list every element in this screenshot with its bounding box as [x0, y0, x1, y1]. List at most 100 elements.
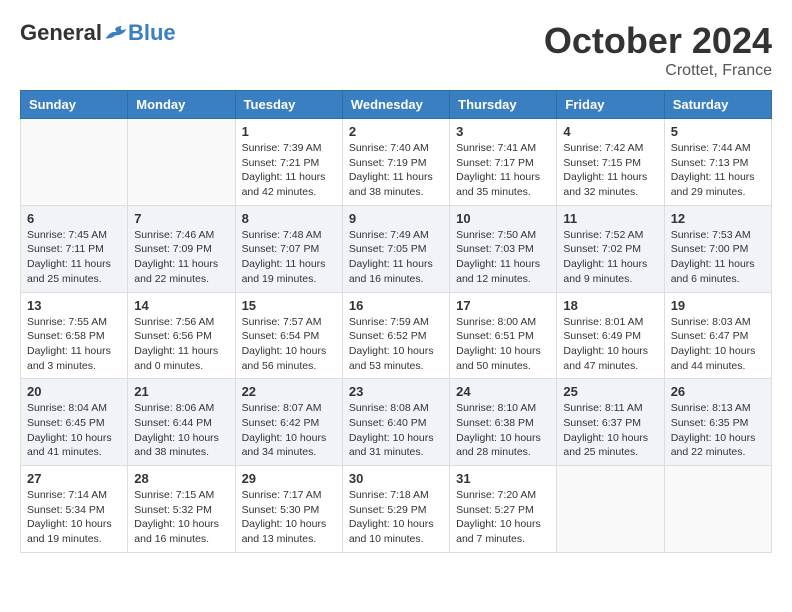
day-info: Sunrise: 7:48 AMSunset: 7:07 PMDaylight:… — [242, 228, 336, 287]
day-info: Sunrise: 7:42 AMSunset: 7:15 PMDaylight:… — [563, 141, 657, 200]
calendar-day-cell — [664, 466, 771, 553]
day-number: 20 — [27, 384, 121, 399]
calendar-day-cell: 3 Sunrise: 7:41 AMSunset: 7:17 PMDaylight… — [450, 119, 557, 206]
day-number: 26 — [671, 384, 765, 399]
day-number: 22 — [242, 384, 336, 399]
page-header: General Blue October 2024 Crottet, Franc… — [20, 20, 772, 80]
day-number: 29 — [242, 471, 336, 486]
calendar-day-cell: 10Sunrise: 7:50 AMSunset: 7:03 PMDayligh… — [450, 205, 557, 292]
calendar-day-cell: 13Sunrise: 7:55 AMSunset: 6:58 PMDayligh… — [21, 292, 128, 379]
day-number: 9 — [349, 211, 443, 226]
calendar-day-cell: 20 Sunrise: 8:04 AMSunset: 6:45 PMDayligh… — [21, 379, 128, 466]
calendar-day-cell: 16 Sunrise: 7:59 AMSunset: 6:52 PMDayligh… — [342, 292, 449, 379]
day-info: Sunrise: 7:45 AMSunset: 7:11 PMDaylight:… — [27, 228, 121, 287]
weekday-header: Wednesday — [342, 91, 449, 119]
day-info: Sunrise: 7:41 AMSunset: 7:17 PMDaylight:… — [456, 141, 550, 200]
day-info: Sunrise: 7:17 AMSunset: 5:30 PMDaylight:… — [242, 488, 336, 547]
calendar-day-cell: 12 Sunrise: 7:53 AMSunset: 7:00 PMDayligh… — [664, 205, 771, 292]
calendar-day-cell: 29 Sunrise: 7:17 AMSunset: 5:30 PMDayligh… — [235, 466, 342, 553]
day-info: Sunrise: 7:53 AMSunset: 7:00 PMDaylight:… — [671, 228, 765, 287]
day-number: 4 — [563, 124, 657, 139]
day-number: 8 — [242, 211, 336, 226]
weekday-header: Friday — [557, 91, 664, 119]
calendar-table: SundayMondayTuesdayWednesdayThursdayFrid… — [20, 90, 772, 553]
calendar-day-cell: 15 Sunrise: 7:57 AMSunset: 6:54 PMDayligh… — [235, 292, 342, 379]
calendar-day-cell: 6 Sunrise: 7:45 AMSunset: 7:11 PMDaylight… — [21, 205, 128, 292]
day-number: 14 — [134, 298, 228, 313]
calendar-week-row: 1Sunrise: 7:39 AMSunset: 7:21 PMDaylight… — [21, 119, 772, 206]
day-info: Sunrise: 7:18 AMSunset: 5:29 PMDaylight:… — [349, 488, 443, 547]
day-number: 6 — [27, 211, 121, 226]
calendar-week-row: 20 Sunrise: 8:04 AMSunset: 6:45 PMDayligh… — [21, 379, 772, 466]
day-info: Sunrise: 8:10 AMSunset: 6:38 PMDaylight:… — [456, 401, 550, 460]
day-number: 28 — [134, 471, 228, 486]
calendar-day-cell — [557, 466, 664, 553]
calendar-day-cell: 1Sunrise: 7:39 AMSunset: 7:21 PMDaylight… — [235, 119, 342, 206]
calendar-day-cell — [21, 119, 128, 206]
day-info: Sunrise: 8:07 AMSunset: 6:42 PMDaylight:… — [242, 401, 336, 460]
calendar-day-cell: 4 Sunrise: 7:42 AMSunset: 7:15 PMDaylight… — [557, 119, 664, 206]
calendar-week-row: 6 Sunrise: 7:45 AMSunset: 7:11 PMDaylight… — [21, 205, 772, 292]
day-info: Sunrise: 7:57 AMSunset: 6:54 PMDaylight:… — [242, 315, 336, 374]
calendar-day-cell: 21 Sunrise: 8:06 AMSunset: 6:44 PMDayligh… — [128, 379, 235, 466]
calendar-day-cell: 23Sunrise: 8:08 AMSunset: 6:40 PMDayligh… — [342, 379, 449, 466]
calendar-week-row: 27Sunrise: 7:14 AMSunset: 5:34 PMDayligh… — [21, 466, 772, 553]
day-number: 17 — [456, 298, 550, 313]
day-number: 13 — [27, 298, 121, 313]
logo: General Blue — [20, 20, 176, 46]
day-info: Sunrise: 7:20 AMSunset: 5:27 PMDaylight:… — [456, 488, 550, 547]
day-info: Sunrise: 7:15 AMSunset: 5:32 PMDaylight:… — [134, 488, 228, 547]
day-number: 25 — [563, 384, 657, 399]
day-number: 16 — [349, 298, 443, 313]
calendar-day-cell: 28 Sunrise: 7:15 AMSunset: 5:32 PMDayligh… — [128, 466, 235, 553]
day-number: 3 — [456, 124, 550, 139]
weekday-header: Saturday — [664, 91, 771, 119]
day-info: Sunrise: 8:04 AMSunset: 6:45 PMDaylight:… — [27, 401, 121, 460]
month-title: October 2024 Crottet, France — [544, 20, 772, 80]
calendar-day-cell: 26 Sunrise: 8:13 AMSunset: 6:35 PMDayligh… — [664, 379, 771, 466]
weekday-header: Thursday — [450, 91, 557, 119]
day-info: Sunrise: 8:03 AMSunset: 6:47 PMDaylight:… — [671, 315, 765, 374]
calendar-day-cell: 2Sunrise: 7:40 AMSunset: 7:19 PMDaylight… — [342, 119, 449, 206]
calendar-day-cell: 25Sunrise: 8:11 AMSunset: 6:37 PMDayligh… — [557, 379, 664, 466]
day-number: 27 — [27, 471, 121, 486]
logo-blue-text: Blue — [128, 20, 176, 46]
day-number: 31 — [456, 471, 550, 486]
day-number: 21 — [134, 384, 228, 399]
logo-bird-icon — [104, 23, 128, 43]
day-number: 23 — [349, 384, 443, 399]
calendar-day-cell: 8 Sunrise: 7:48 AMSunset: 7:07 PMDaylight… — [235, 205, 342, 292]
day-info: Sunrise: 7:59 AMSunset: 6:52 PMDaylight:… — [349, 315, 443, 374]
day-info: Sunrise: 8:13 AMSunset: 6:35 PMDaylight:… — [671, 401, 765, 460]
logo-general-text: General — [20, 20, 102, 46]
day-number: 15 — [242, 298, 336, 313]
calendar-day-cell: 5Sunrise: 7:44 AMSunset: 7:13 PMDaylight… — [664, 119, 771, 206]
day-number: 12 — [671, 211, 765, 226]
day-number: 19 — [671, 298, 765, 313]
calendar-day-cell: 27Sunrise: 7:14 AMSunset: 5:34 PMDayligh… — [21, 466, 128, 553]
day-info: Sunrise: 8:06 AMSunset: 6:44 PMDaylight:… — [134, 401, 228, 460]
month-year: October 2024 — [544, 20, 772, 62]
day-info: Sunrise: 7:56 AMSunset: 6:56 PMDaylight:… — [134, 315, 228, 374]
calendar-day-cell: 9 Sunrise: 7:49 AMSunset: 7:05 PMDaylight… — [342, 205, 449, 292]
day-number: 2 — [349, 124, 443, 139]
day-info: Sunrise: 7:50 AMSunset: 7:03 PMDaylight:… — [456, 228, 550, 287]
day-number: 18 — [563, 298, 657, 313]
day-info: Sunrise: 7:52 AMSunset: 7:02 PMDaylight:… — [563, 228, 657, 287]
day-number: 5 — [671, 124, 765, 139]
day-info: Sunrise: 7:39 AMSunset: 7:21 PMDaylight:… — [242, 141, 336, 200]
day-number: 7 — [134, 211, 228, 226]
calendar-day-cell: 19 Sunrise: 8:03 AMSunset: 6:47 PMDayligh… — [664, 292, 771, 379]
calendar-day-cell: 14 Sunrise: 7:56 AMSunset: 6:56 PMDayligh… — [128, 292, 235, 379]
day-number: 11 — [563, 211, 657, 226]
day-info: Sunrise: 7:46 AMSunset: 7:09 PMDaylight:… — [134, 228, 228, 287]
calendar-day-cell: 18 Sunrise: 8:01 AMSunset: 6:49 PMDayligh… — [557, 292, 664, 379]
day-info: Sunrise: 7:49 AMSunset: 7:05 PMDaylight:… — [349, 228, 443, 287]
day-number: 24 — [456, 384, 550, 399]
day-info: Sunrise: 8:00 AMSunset: 6:51 PMDaylight:… — [456, 315, 550, 374]
weekday-header: Monday — [128, 91, 235, 119]
day-info: Sunrise: 8:01 AMSunset: 6:49 PMDaylight:… — [563, 315, 657, 374]
day-number: 30 — [349, 471, 443, 486]
calendar-day-cell: 31 Sunrise: 7:20 AMSunset: 5:27 PMDayligh… — [450, 466, 557, 553]
location: Crottet, France — [544, 62, 772, 80]
